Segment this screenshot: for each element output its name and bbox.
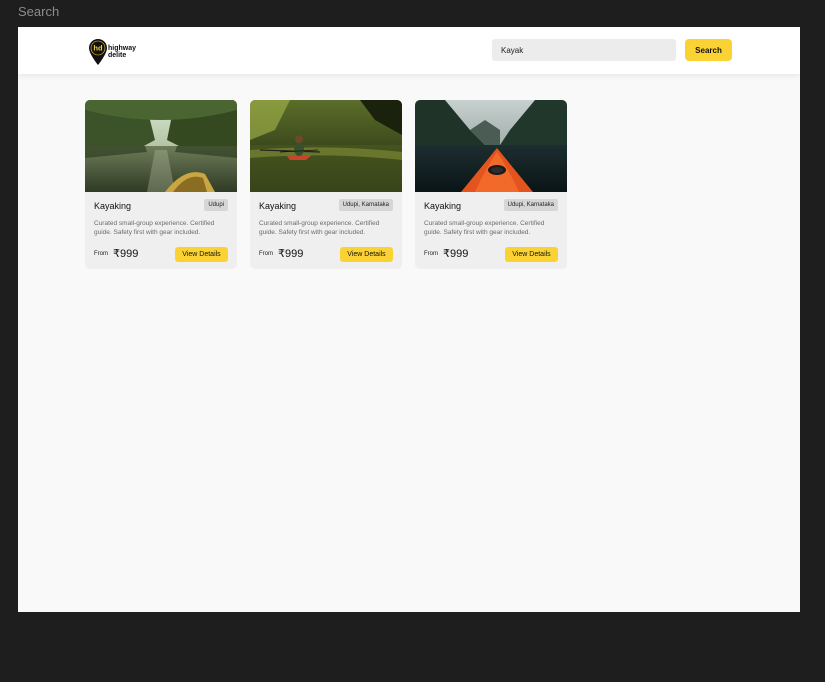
card-description: Curated small-group experience. Certifie…	[424, 220, 545, 236]
location-badge: Udupi	[204, 199, 228, 211]
experience-card[interactable]: Kayaking Udupi, Karnataka Curated small-…	[415, 100, 567, 269]
view-details-button[interactable]: View Details	[340, 247, 393, 262]
view-details-button[interactable]: View Details	[175, 247, 228, 262]
card-description: Curated small-group experience. Certifie…	[94, 220, 215, 236]
price: ₹999	[278, 248, 304, 260]
results-list: Kayaking Udupi Curated small-group exper…	[85, 100, 567, 269]
card-title: Kayaking	[424, 201, 462, 211]
card-title: Kayaking	[259, 201, 297, 211]
page-frame: hd highway delite Search	[18, 27, 800, 612]
search-input[interactable]	[492, 39, 676, 61]
price-from-label: From	[259, 251, 273, 257]
experience-card[interactable]: Kayaking Udupi, Karnataka Curated small-…	[250, 100, 402, 269]
price: ₹999	[113, 248, 139, 260]
location-badge: Udupi, Karnataka	[338, 199, 393, 211]
price: ₹999	[443, 248, 469, 260]
mangrove-river-kayak-image	[85, 100, 237, 192]
location-pin-icon: hd	[89, 39, 107, 65]
view-details-button[interactable]: View Details	[505, 247, 558, 262]
card-title: Kayaking	[94, 201, 132, 211]
frame-label: Search	[18, 4, 60, 19]
price-from-label: From	[94, 251, 108, 257]
jungle-kayaker-image	[250, 100, 402, 192]
logo-line-1: highway	[108, 44, 137, 52]
logo-line-2: delite	[108, 52, 127, 59]
logo-wordmark: highway delite	[108, 45, 136, 60]
logo-monogram: hd	[93, 44, 103, 53]
experience-card[interactable]: Kayaking Udupi Curated small-group exper…	[85, 100, 237, 269]
price-from-label: From	[424, 251, 438, 257]
location-badge: Udupi, Karnataka	[503, 199, 558, 211]
logo[interactable]: hd highway delite	[89, 39, 136, 65]
card-description: Curated small-group experience. Certifie…	[259, 220, 380, 236]
search-button[interactable]: Search	[685, 39, 732, 61]
header: hd highway delite Search	[18, 27, 800, 74]
fjord-red-kayak-image	[415, 100, 567, 192]
